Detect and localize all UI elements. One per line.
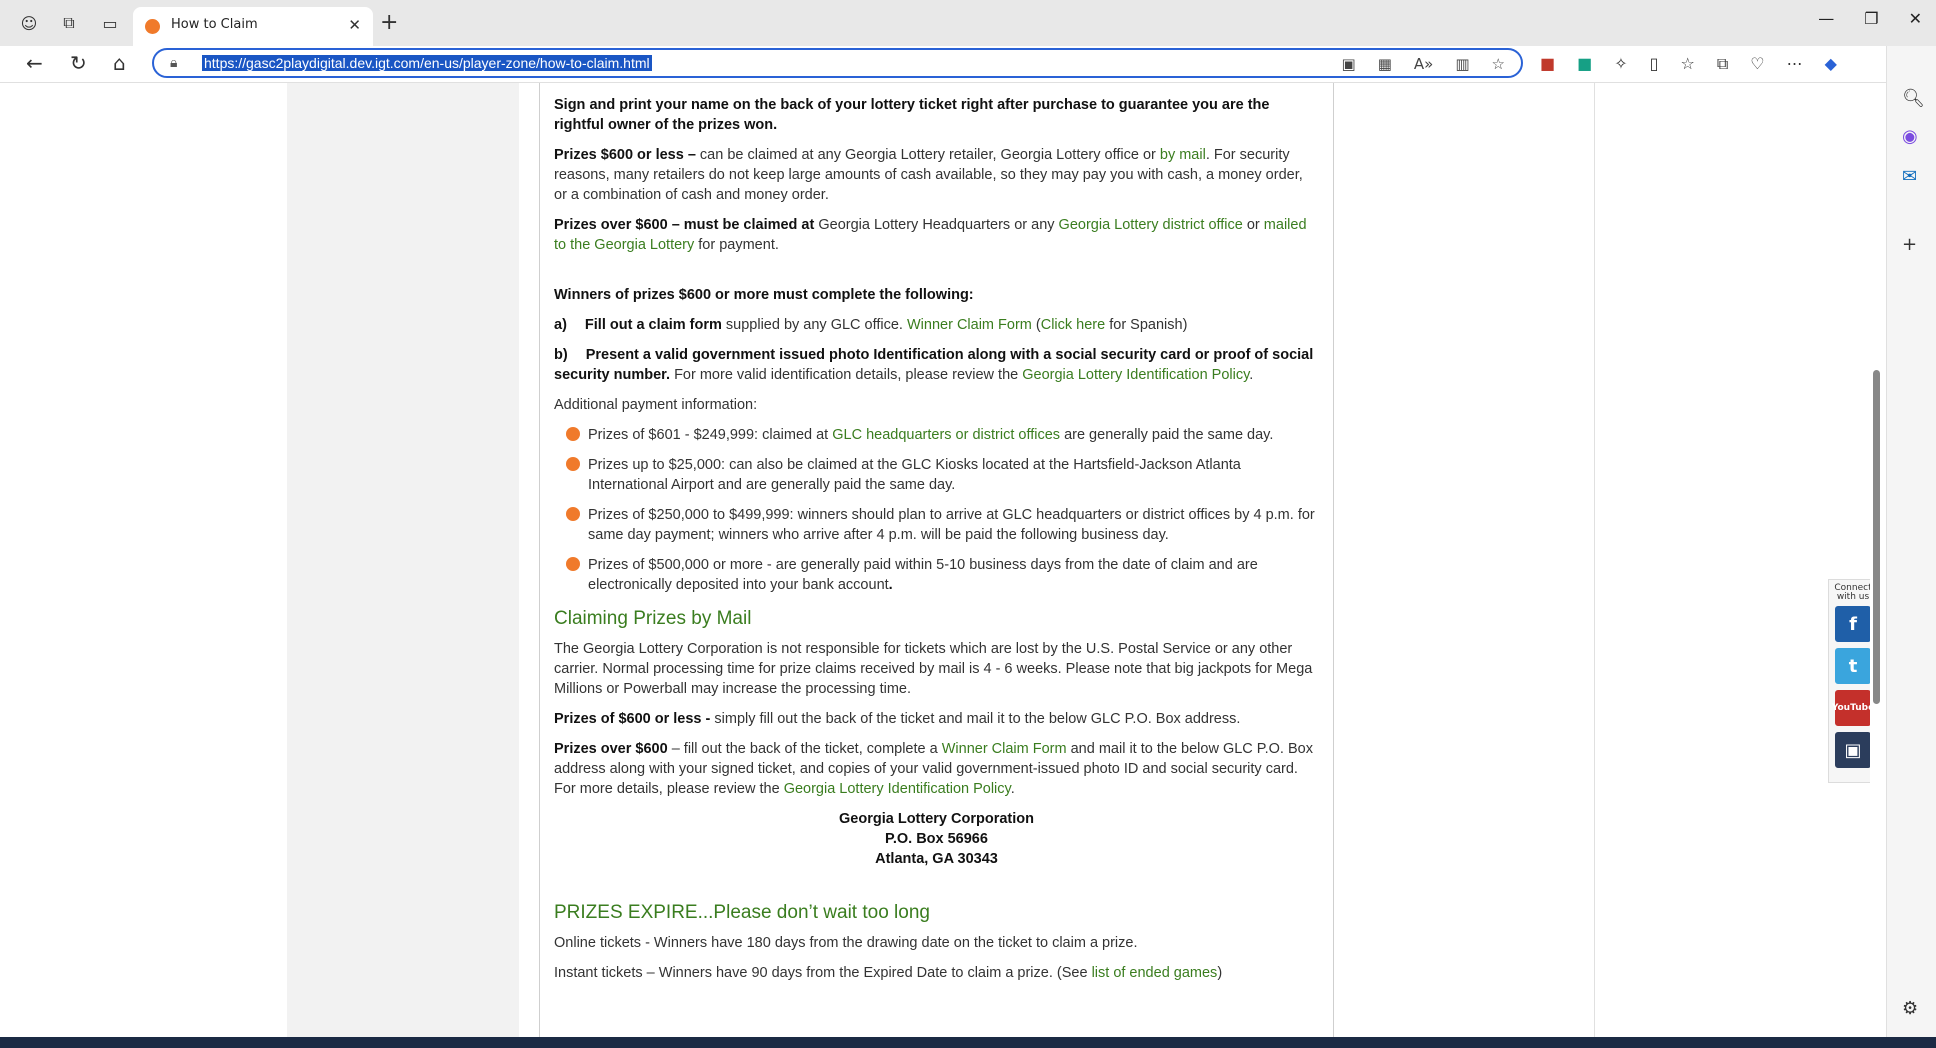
spanish-form-link[interactable]: Click here (1041, 317, 1105, 333)
extension-icons: ■ ■ ✧ ▯ ☆ ⧉ ♡ ⋯ ◆ (1540, 54, 1837, 74)
step-a: a) Fill out a claim form supplied by any … (554, 317, 1188, 333)
glc-offices-link[interactable]: GLC headquarters or district offices (832, 427, 1060, 443)
home-icon[interactable]: ⌂ (113, 51, 126, 75)
youtube-icon[interactable]: YouTube (1832, 690, 1870, 726)
additional-payment-label: Additional payment information: (554, 397, 758, 413)
edge-sidebar: 🔍︎ ◉ ✉ + ⚙ (1886, 46, 1936, 1037)
mail-paragraph: The Georgia Lottery Corporation is not r… (554, 641, 1313, 697)
list-item: Prizes of $500,000 or more - are general… (554, 555, 1319, 595)
window-controls: — ❐ ✕ (1818, 9, 1922, 28)
mail-heading: Claiming Prizes by Mail (554, 608, 752, 629)
expire-heading: PRIZES EXPIRE...Please don’t wait too lo… (554, 902, 930, 923)
copilot-icon[interactable]: ◆ (1825, 54, 1837, 74)
add-sidebar-app-icon[interactable]: + (1902, 234, 1917, 255)
minimize-icon[interactable]: — (1818, 9, 1834, 28)
read-aloud-icon[interactable]: A» (1414, 55, 1433, 73)
social-connect-panel: Connect with us f t YouTube ▣ (1828, 579, 1870, 783)
left-sidebar-area (287, 83, 519, 1037)
step-b: b) Present a valid government issued phot… (554, 347, 1314, 383)
lock-icon[interactable]: 🔒︎ (170, 55, 177, 71)
winner-claim-form-link-2[interactable]: Winner Claim Form (942, 741, 1067, 757)
list-item: Prizes up to $25,000: can also be claime… (554, 455, 1319, 495)
app-available-icon[interactable]: ▣ (1342, 55, 1356, 73)
instant-tickets-note: Instant tickets – Winners have 90 days f… (554, 965, 1223, 981)
address-toolbar: ← ↻ ⌂ 🔒︎ https://gasc2playdigital.dev.ig… (0, 46, 1936, 83)
extension-red-icon[interactable]: ■ (1540, 54, 1555, 74)
page-viewport: Sign and print your name on the back of … (10, 83, 1870, 1037)
prizes-600-or-less: Prizes $600 or less – can be claimed at … (554, 147, 1303, 203)
prizes-over-600: Prizes over $600 – must be claimed at Ge… (554, 217, 1307, 253)
extension-teal-icon[interactable]: ■ (1577, 54, 1592, 74)
tab-actions-icon[interactable]: ▭ (98, 11, 122, 35)
address-bar[interactable]: 🔒︎ https://gasc2playdigital.dev.igt.com/… (152, 48, 1523, 78)
new-tab-button[interactable]: + (380, 10, 398, 35)
instagram-icon[interactable]: ▣ (1835, 732, 1870, 768)
url-text[interactable]: https://gasc2playdigital.dev.igt.com/en-… (202, 55, 652, 71)
peach-bullet-icon (566, 427, 580, 441)
scrollbar-thumb[interactable] (1873, 370, 1880, 704)
extensions-puzzle-icon[interactable]: ✧ (1614, 54, 1627, 74)
list-item: Prizes of $601 - $249,999: claimed at GL… (554, 425, 1319, 445)
online-tickets-note: Online tickets - Winners have 180 days f… (554, 935, 1138, 951)
taskbar (0, 1037, 1936, 1048)
address-line: P.O. Box 56966 (885, 831, 988, 847)
copilot-sidebar-icon[interactable]: ◉ (1902, 126, 1918, 147)
browser-essentials-icon[interactable]: ♡ (1750, 54, 1764, 74)
qr-code-icon[interactable]: ▦ (1378, 55, 1392, 73)
tab-how-to-claim[interactable]: How to Claim ✕ (133, 7, 373, 46)
identification-policy-link[interactable]: Georgia Lottery Identification Policy (1022, 367, 1249, 383)
refresh-icon[interactable]: ↻ (70, 51, 87, 75)
peach-bullet-icon (566, 557, 580, 571)
restore-icon[interactable]: ❐ (1864, 9, 1878, 28)
ended-games-link[interactable]: list of ended games (1092, 965, 1218, 981)
close-tab-icon[interactable]: ✕ (348, 16, 361, 34)
address-line: Georgia Lottery Corporation (839, 811, 1034, 827)
peach-favicon-icon (145, 19, 160, 34)
peach-bullet-icon (566, 457, 580, 471)
connect-label: Connect with us (1834, 583, 1870, 602)
tab-title: How to Claim (171, 17, 258, 32)
payment-bullets: Prizes of $601 - $249,999: claimed at GL… (554, 425, 1319, 595)
close-window-icon[interactable]: ✕ (1909, 9, 1922, 28)
back-icon[interactable]: ← (26, 51, 43, 75)
immersive-reader-icon[interactable]: ▥ (1455, 55, 1469, 73)
split-screen-icon[interactable]: ▯ (1650, 54, 1659, 74)
facebook-icon[interactable]: f (1835, 606, 1870, 642)
mailing-address: Georgia Lottery Corporation P.O. Box 569… (554, 809, 1319, 869)
profile-avatar-icon[interactable]: ☺ (17, 11, 41, 35)
right-divider (1594, 83, 1595, 1037)
by-mail-link[interactable]: by mail (1160, 147, 1206, 163)
search-icon[interactable]: 🔍︎ (1902, 88, 1925, 109)
sign-print-note: Sign and print your name on the back of … (554, 97, 1270, 133)
address-line: Atlanta, GA 30343 (875, 851, 998, 867)
identification-policy-link-2[interactable]: Georgia Lottery Identification Policy (784, 781, 1011, 797)
more-menu-icon[interactable]: ⋯ (1787, 54, 1803, 74)
peach-bullet-icon (566, 507, 580, 521)
main-content: Sign and print your name on the back of … (539, 83, 1334, 1037)
list-item: Prizes of $250,000 to $499,999: winners … (554, 505, 1319, 545)
district-office-link[interactable]: Georgia Lottery district office (1059, 217, 1243, 233)
outlook-icon[interactable]: ✉ (1902, 166, 1917, 187)
omnibox-icons: ▣ ▦ A» ▥ ☆ (1342, 55, 1505, 73)
collections-icon[interactable]: ⧉ (1717, 54, 1728, 74)
settings-icon[interactable]: ⚙ (1902, 998, 1918, 1019)
winner-claim-form-link[interactable]: Winner Claim Form (907, 317, 1032, 333)
favorites-icon[interactable]: ☆ (1680, 54, 1694, 74)
mail-over-600: Prizes over $600 – fill out the back of … (554, 741, 1313, 797)
mail-600-or-less: Prizes of $600 or less - simply fill out… (554, 711, 1241, 727)
favorite-star-icon[interactable]: ☆ (1492, 55, 1505, 73)
twitter-icon[interactable]: t (1835, 648, 1870, 684)
winners-heading: Winners of prizes $600 or more must comp… (554, 287, 974, 303)
title-bar: ☺ ⧉ ▭ How to Claim ✕ + — ❐ ✕ (0, 0, 1936, 46)
workspaces-icon[interactable]: ⧉ (57, 11, 81, 35)
